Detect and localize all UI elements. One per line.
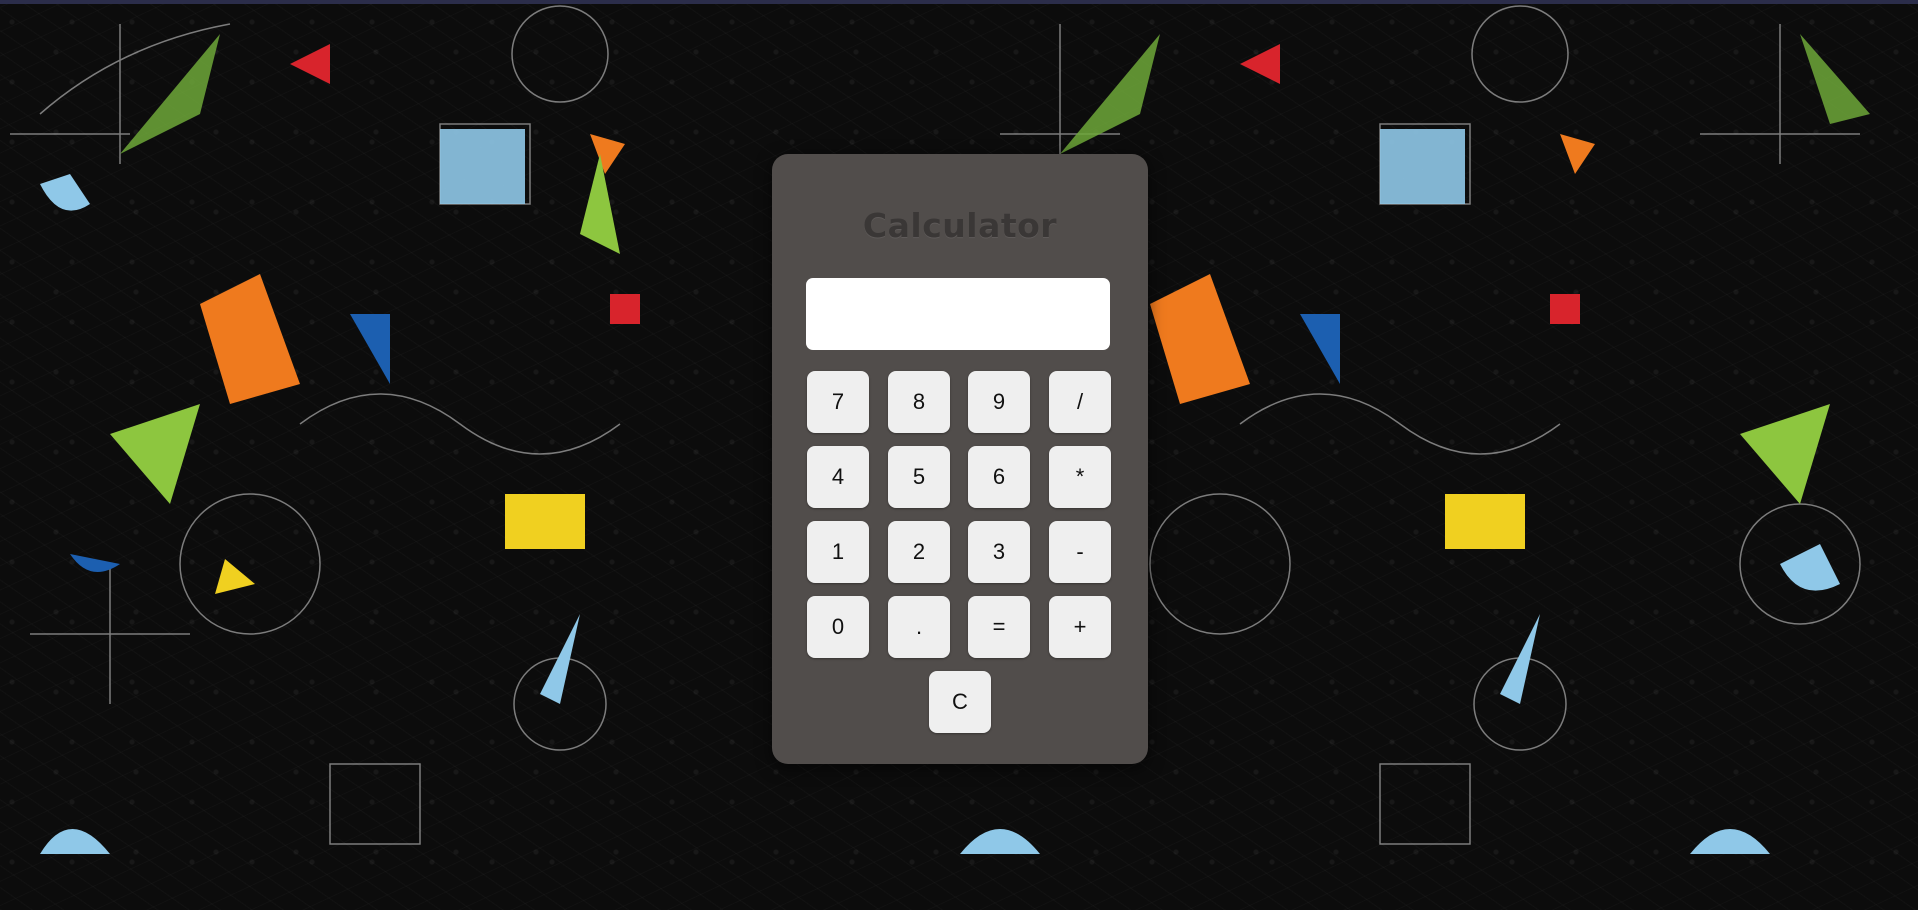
key-6-button[interactable]: 6: [968, 446, 1030, 508]
key-2-button[interactable]: 2: [888, 521, 950, 583]
key-4-button[interactable]: 4: [807, 446, 869, 508]
key-1-button[interactable]: 1: [807, 521, 869, 583]
decimal-point-button[interactable]: .: [888, 596, 950, 658]
equals-button[interactable]: =: [968, 596, 1030, 658]
key-8-button[interactable]: 8: [888, 371, 950, 433]
multiply-button[interactable]: *: [1049, 446, 1111, 508]
divide-button[interactable]: /: [1049, 371, 1111, 433]
add-button[interactable]: +: [1049, 596, 1111, 658]
subtract-button[interactable]: -: [1049, 521, 1111, 583]
key-3-button[interactable]: 3: [968, 521, 1030, 583]
calculator-panel: Calculator 7 8 9 / 4 5 6 * 1 2 3 - 0 . =…: [772, 154, 1148, 764]
clear-button[interactable]: C: [929, 671, 991, 733]
calculator-title: Calculator: [862, 206, 1058, 245]
calculator-display[interactable]: [806, 278, 1110, 350]
key-9-button[interactable]: 9: [968, 371, 1030, 433]
key-0-button[interactable]: 0: [807, 596, 869, 658]
key-7-button[interactable]: 7: [807, 371, 869, 433]
key-5-button[interactable]: 5: [888, 446, 950, 508]
